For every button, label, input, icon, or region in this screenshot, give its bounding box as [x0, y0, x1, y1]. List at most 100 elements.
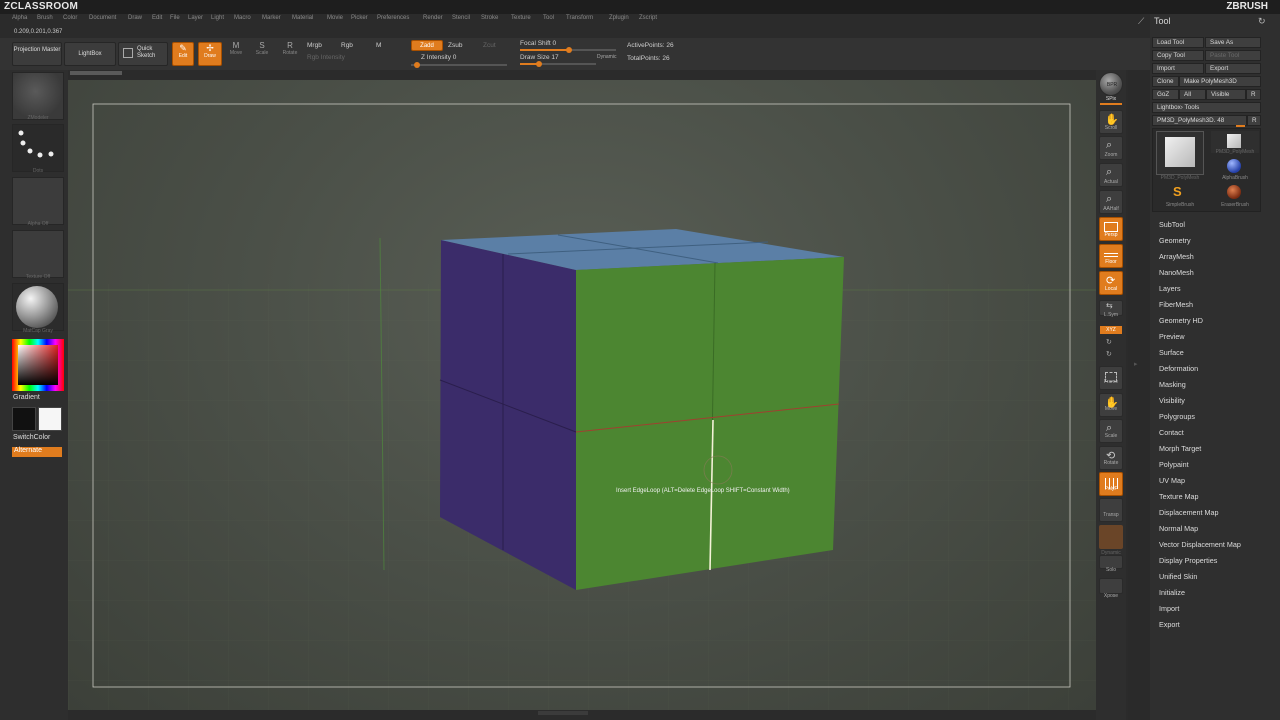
fibermesh-menu[interactable]: FiberMesh — [1159, 300, 1193, 309]
edit-mode-button[interactable]: ✎ Edit — [172, 42, 194, 66]
menu-macro[interactable]: Macro — [234, 15, 251, 21]
lightbox-button[interactable]: LightBox — [64, 42, 116, 66]
current-tool-r-button[interactable]: R — [1247, 115, 1261, 126]
move-view-button[interactable]: ✋ — [1099, 393, 1123, 417]
document-canvas[interactable] — [68, 80, 1096, 710]
menu-layer[interactable]: Layer — [188, 15, 203, 21]
rotate-y-icon[interactable]: ↻ — [1106, 338, 1112, 346]
menu-movie[interactable]: Movie — [327, 15, 343, 21]
collapse-tray-icon[interactable]: ▸ — [1134, 360, 1138, 368]
menu-alpha[interactable]: Alpha — [12, 15, 27, 21]
export-tool-button[interactable]: Export — [1205, 63, 1261, 74]
paste-tool-button[interactable]: Paste Tool — [1205, 50, 1261, 61]
rgb-intensity-slider[interactable]: Rgb Intensity — [307, 54, 345, 61]
menu-tool[interactable]: Tool — [543, 15, 554, 21]
color-picker-square[interactable] — [18, 345, 58, 385]
focal-shift-knob[interactable] — [566, 47, 572, 53]
quick-sketch-button[interactable]: Quick Sketch — [118, 42, 168, 66]
palette-reset-icon[interactable]: ↻ — [1258, 16, 1266, 27]
goz-r-button[interactable]: R — [1246, 89, 1261, 100]
polymesh-tool-thumb[interactable] — [1156, 131, 1204, 175]
arraymesh-menu[interactable]: ArrayMesh — [1159, 252, 1194, 261]
zcut-toggle[interactable]: Zcut — [483, 42, 496, 49]
subtool-menu[interactable]: SubTool — [1159, 220, 1185, 229]
main-color-swatch[interactable] — [12, 407, 36, 431]
gradient-label[interactable]: Gradient — [13, 394, 40, 401]
import-tool-button[interactable]: Import — [1152, 63, 1204, 74]
rotate-z-icon[interactable]: ↻ — [1106, 350, 1112, 358]
dynamic-toggle[interactable]: Dynamic — [597, 54, 616, 60]
lightbox-tools-button[interactable]: Lightbox› Tools — [1152, 102, 1261, 113]
color-picker[interactable] — [12, 339, 64, 391]
normal-map-menu[interactable]: Normal Map — [1159, 524, 1198, 533]
masking-menu[interactable]: Masking — [1159, 380, 1186, 389]
switch-color-button[interactable]: SwitchColor — [13, 434, 50, 441]
menu-stencil[interactable]: Stencil — [452, 15, 470, 21]
load-tool-button[interactable]: Load Tool — [1152, 37, 1204, 48]
layers-menu[interactable]: Layers — [1159, 284, 1181, 293]
menu-color[interactable]: Color — [63, 15, 77, 21]
tool-palette-title[interactable]: Tool — [1154, 16, 1171, 26]
deformation-menu[interactable]: Deformation — [1159, 364, 1198, 373]
eraserbrush-icon[interactable] — [1227, 185, 1241, 199]
morph-target-menu[interactable]: Morph Target — [1159, 444, 1201, 453]
z-intensity-slider[interactable]: Z Intensity 0 — [421, 54, 456, 61]
geometry-menu[interactable]: Geometry — [1159, 236, 1191, 245]
polypaint-menu[interactable]: Polypaint — [1159, 460, 1189, 469]
import-menu[interactable]: Import — [1159, 604, 1179, 613]
mrgb-toggle[interactable]: Mrgb — [307, 42, 322, 49]
make-polymesh3d-button[interactable]: Make PolyMesh3D — [1179, 76, 1261, 87]
material-thumbnail[interactable] — [12, 283, 64, 331]
focal-shift-track[interactable] — [520, 47, 616, 53]
tray-toggle-handle[interactable] — [538, 711, 588, 715]
m-toggle[interactable]: M — [376, 42, 381, 49]
rotate-mode-button[interactable]: R Rotate — [278, 41, 302, 66]
current-tool-slider[interactable]: PM3D_PolyMesh3D. 48 — [1152, 115, 1247, 126]
rotate-view-button[interactable]: ⟲ — [1099, 446, 1123, 470]
move-mode-button[interactable]: M Move — [226, 41, 246, 66]
menu-edit[interactable]: Edit — [152, 15, 162, 21]
zadd-toggle[interactable]: Zadd — [411, 40, 443, 51]
goz-button[interactable]: GoZ — [1152, 89, 1179, 100]
simplebrush-icon[interactable]: S — [1173, 184, 1182, 199]
menu-marker[interactable]: Marker — [262, 15, 281, 21]
menu-picker[interactable]: Picker — [351, 15, 368, 21]
frame-button[interactable] — [1099, 366, 1123, 390]
shelf-scroll-handle[interactable] — [70, 71, 122, 75]
visibility-menu[interactable]: Visibility — [1159, 396, 1185, 405]
z-intensity-track[interactable] — [411, 62, 507, 68]
goz-visible-button[interactable]: Visible — [1206, 89, 1246, 100]
stroke-thumbnail[interactable] — [12, 124, 64, 172]
palette-pin-icon[interactable]: ⟋ — [1138, 16, 1144, 27]
goz-all-button[interactable]: All — [1179, 89, 1206, 100]
focal-shift-slider[interactable]: Focal Shift 0 — [520, 40, 556, 47]
menu-render[interactable]: Render — [423, 15, 443, 21]
displacement-map-menu[interactable]: Displacement Map — [1159, 508, 1219, 517]
nanomesh-menu[interactable]: NanoMesh — [1159, 268, 1194, 277]
transp-button[interactable] — [1099, 498, 1123, 522]
surface-menu[interactable]: Surface — [1159, 348, 1184, 357]
zclassroom-logo[interactable]: ZCLASSROOM — [4, 1, 78, 12]
rgb-toggle[interactable]: Rgb — [341, 42, 353, 49]
preview-menu[interactable]: Preview — [1159, 332, 1185, 341]
menu-material[interactable]: Material — [292, 15, 313, 21]
menu-document[interactable]: Document — [89, 15, 116, 21]
polygroups-menu[interactable]: Polygroups — [1159, 412, 1195, 421]
zsub-toggle[interactable]: Zsub — [448, 42, 462, 49]
scale-view-button[interactable]: ⌕ — [1099, 419, 1123, 443]
alternate-button[interactable]: Alternate — [12, 447, 62, 457]
draw-size-knob[interactable] — [536, 61, 542, 67]
alphabrush-sphere-icon[interactable] — [1227, 159, 1241, 173]
menu-transform[interactable]: Transform — [566, 15, 593, 21]
display-properties-menu[interactable]: Display Properties — [1159, 556, 1217, 565]
menu-light[interactable]: Light — [211, 15, 224, 21]
draw-mode-button[interactable]: ✢ Draw — [198, 42, 222, 66]
vector-displacement-map-menu[interactable]: Vector Displacement Map — [1159, 540, 1241, 549]
projection-master-button[interactable]: Projection Master — [12, 42, 62, 66]
scene-3d[interactable] — [68, 80, 1096, 710]
initialize-menu[interactable]: Initialize — [1159, 588, 1185, 597]
secondary-color-swatch[interactable] — [38, 407, 62, 431]
draw-size-track[interactable] — [520, 61, 596, 67]
clone-button[interactable]: Clone — [1152, 76, 1179, 87]
brush-thumbnail[interactable] — [12, 72, 64, 120]
